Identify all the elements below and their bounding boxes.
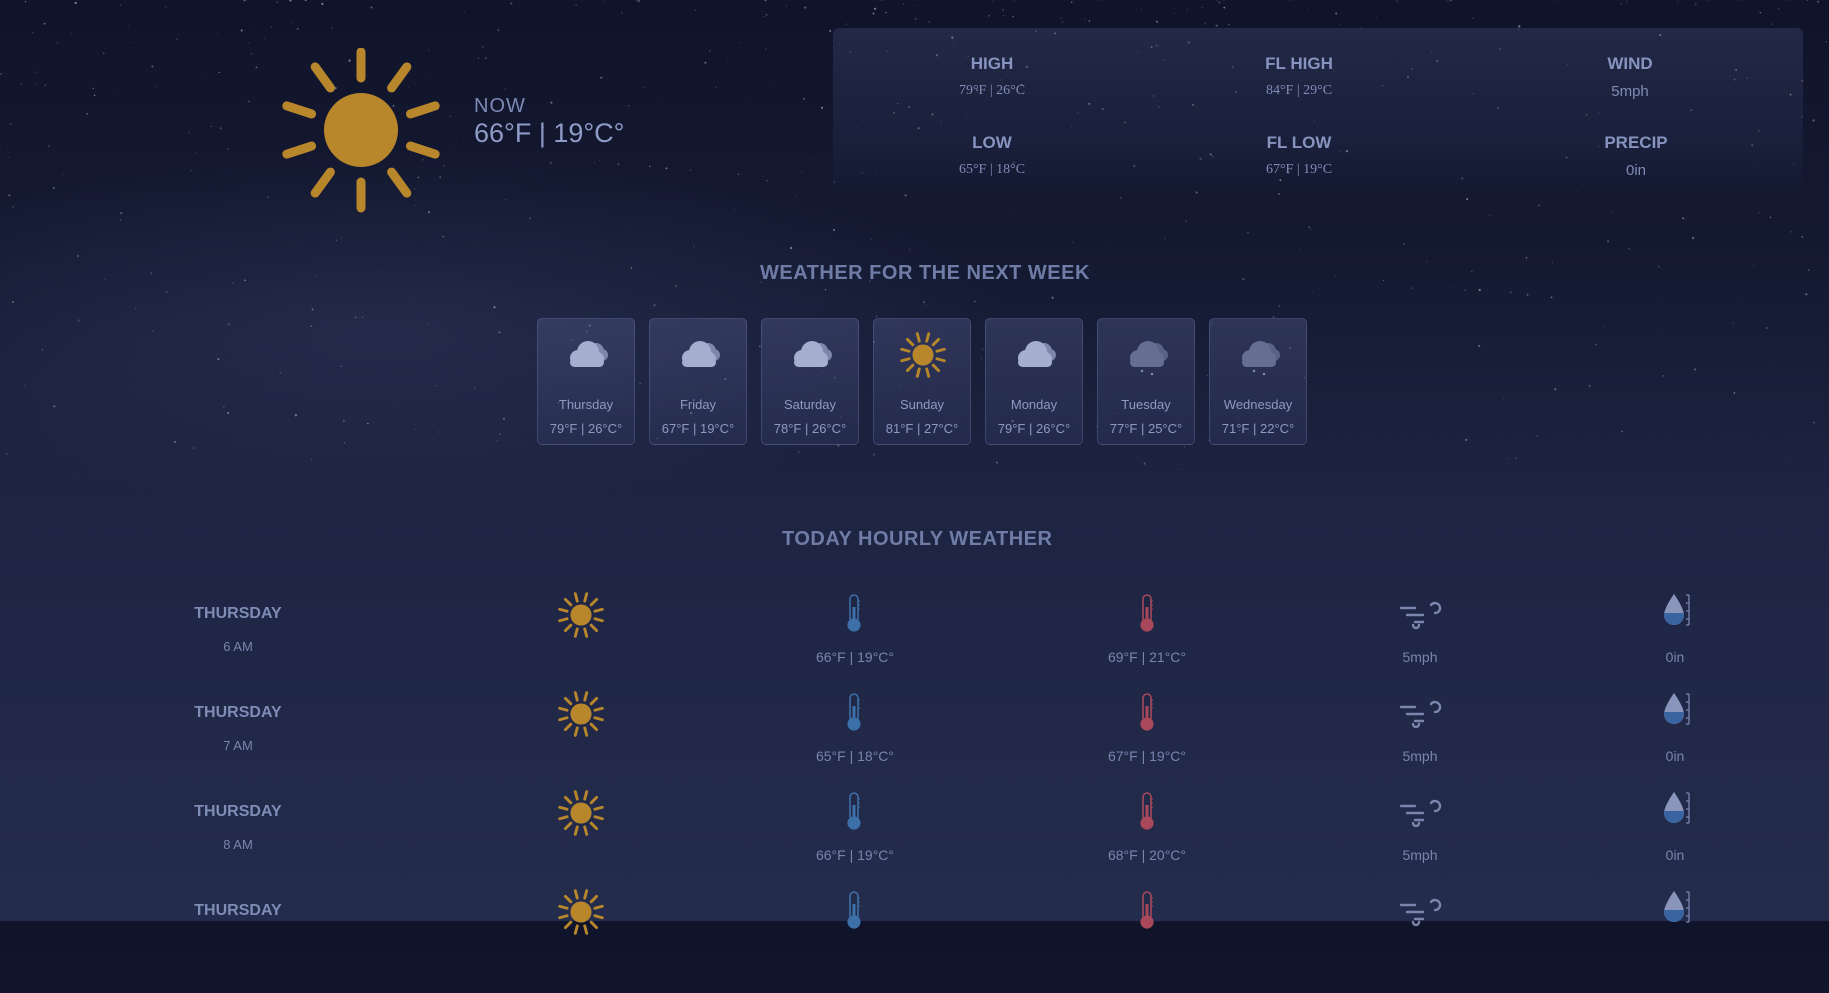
stat-value: 79°F | 26°C (892, 83, 1092, 99)
day-temperature: 67°F | 19°C° (650, 421, 746, 436)
thermometer-hot-icon (1137, 692, 1157, 737)
stat-high: HIGH 79°F | 26°C (892, 54, 1092, 99)
hour-day-label: THURSDAY (158, 605, 318, 623)
hour-feels-like: 69°F | 21°C° (1077, 649, 1217, 665)
hourly-row: THURSDAY 6 AM 66°F | 19°C° 69°F | 21°C° 5mp… (0, 597, 1829, 696)
stat-feels-like-high: FL HIGH 84°F | 29°C (1199, 54, 1399, 99)
thermometer-icon (844, 593, 864, 638)
hourly-row: THURSDAY 7 AM 65°F | 18°C° 67°F | 19°C° 5mp… (0, 696, 1829, 795)
stat-value: 0in (1536, 162, 1736, 179)
raindrop-icon (1660, 690, 1694, 735)
day-name: Thursday (538, 397, 634, 412)
day-name: Monday (986, 397, 1082, 412)
hour-feels-like: 67°F | 19°C° (1077, 748, 1217, 764)
day-card[interactable]: Sunday 81°F | 27°C° (873, 318, 971, 445)
hour-day-label: THURSDAY (158, 803, 318, 821)
now-label: NOW (474, 95, 526, 118)
hour-day-label: THURSDAY (158, 902, 318, 920)
day-temperature: 71°F | 22°C° (1210, 421, 1306, 436)
thermometer-hot-icon (1137, 593, 1157, 638)
stat-label: LOW (892, 133, 1092, 153)
sun-icon (557, 690, 605, 743)
cloud-icon (674, 333, 724, 379)
hour-time-label: 8 AM (158, 837, 318, 852)
cloud-icon (1010, 333, 1060, 379)
stat-label: WIND (1530, 54, 1730, 74)
hour-temperature: 66°F | 19°C° (785, 649, 925, 665)
sun-icon (557, 888, 605, 941)
hour-wind: 5mph (1350, 847, 1490, 863)
hour-precip: 0in (1605, 847, 1745, 863)
thermometer-hot-icon (1137, 791, 1157, 836)
hour-time-label: 6 AM (158, 639, 318, 654)
raindrop-icon (1660, 789, 1694, 834)
hourly-row: THURSDAY 8 AM 66°F | 19°C° 68°F | 20°C° 5mp… (0, 795, 1829, 894)
stat-value: 84°F | 29°C (1199, 83, 1399, 99)
stat-feels-like-low: FL LOW 67°F | 19°C (1199, 133, 1399, 178)
thermometer-hot-icon (1137, 890, 1157, 935)
hour-time-label: 7 AM (158, 738, 318, 753)
day-card[interactable]: Tuesday 77°F | 25°C° (1097, 318, 1195, 445)
hour-temperature: 65°F | 18°C° (785, 748, 925, 764)
stat-label: FL HIGH (1199, 54, 1399, 74)
hourly-row: THURSDAY (0, 894, 1829, 993)
raindrop-icon (1660, 591, 1694, 636)
stat-value: 67°F | 19°C (1199, 162, 1399, 178)
day-temperature: 79°F | 26°C° (986, 421, 1082, 436)
cloud-icon (786, 333, 836, 379)
sun-icon (278, 48, 444, 214)
wind-icon (1397, 694, 1445, 735)
day-name: Wednesday (1210, 397, 1306, 412)
wind-icon (1397, 595, 1445, 636)
day-temperature: 78°F | 26°C° (762, 421, 858, 436)
day-name: Friday (650, 397, 746, 412)
day-card[interactable]: Saturday 78°F | 26°C° (761, 318, 859, 445)
stats-panel: HIGH 79°F | 26°C FL HIGH 84°F | 29°C WIN… (833, 28, 1803, 198)
sun-icon (898, 331, 948, 377)
day-name: Saturday (762, 397, 858, 412)
raindrop-icon (1660, 888, 1694, 933)
stat-value: 65°F | 18°C (892, 162, 1092, 178)
stat-wind: WIND 5mph (1530, 54, 1730, 100)
week-heading: WEATHER FOR THE NEXT WEEK (760, 262, 1090, 285)
stat-value: 5mph (1530, 83, 1730, 100)
day-temperature: 77°F | 25°C° (1098, 421, 1194, 436)
stat-label: HIGH (892, 54, 1092, 74)
stat-label: FL LOW (1199, 133, 1399, 153)
current-temperature: 66°F | 19°C° (474, 118, 624, 149)
day-card[interactable]: Friday 67°F | 19°C° (649, 318, 747, 445)
day-card[interactable]: Thursday 79°F | 26°C° (537, 318, 635, 445)
rain-cloud-icon (1234, 333, 1284, 379)
sun-icon (557, 591, 605, 644)
hour-wind: 5mph (1350, 748, 1490, 764)
hourly-heading: TODAY HOURLY WEATHER (782, 528, 1052, 551)
day-name: Tuesday (1098, 397, 1194, 412)
day-card[interactable]: Wednesday 71°F | 22°C° (1209, 318, 1307, 445)
thermometer-icon (844, 692, 864, 737)
hour-day-label: THURSDAY (158, 704, 318, 722)
thermometer-icon (844, 890, 864, 935)
hour-precip: 0in (1605, 649, 1745, 665)
hour-precip: 0in (1605, 748, 1745, 764)
stat-low: LOW 65°F | 18°C (892, 133, 1092, 178)
rain-cloud-icon (1122, 333, 1172, 379)
wind-icon (1397, 892, 1445, 933)
cloud-icon (562, 333, 612, 379)
stat-precipitation: PRECIP 0in (1536, 133, 1736, 179)
wind-icon (1397, 793, 1445, 834)
thermometer-icon (844, 791, 864, 836)
day-card[interactable]: Monday 79°F | 26°C° (985, 318, 1083, 445)
day-temperature: 79°F | 26°C° (538, 421, 634, 436)
hour-wind: 5mph (1350, 649, 1490, 665)
stat-label: PRECIP (1536, 133, 1736, 153)
sun-icon (557, 789, 605, 842)
day-temperature: 81°F | 27°C° (874, 421, 970, 436)
day-name: Sunday (874, 397, 970, 412)
hour-feels-like: 68°F | 20°C° (1077, 847, 1217, 863)
hour-temperature: 66°F | 19°C° (785, 847, 925, 863)
